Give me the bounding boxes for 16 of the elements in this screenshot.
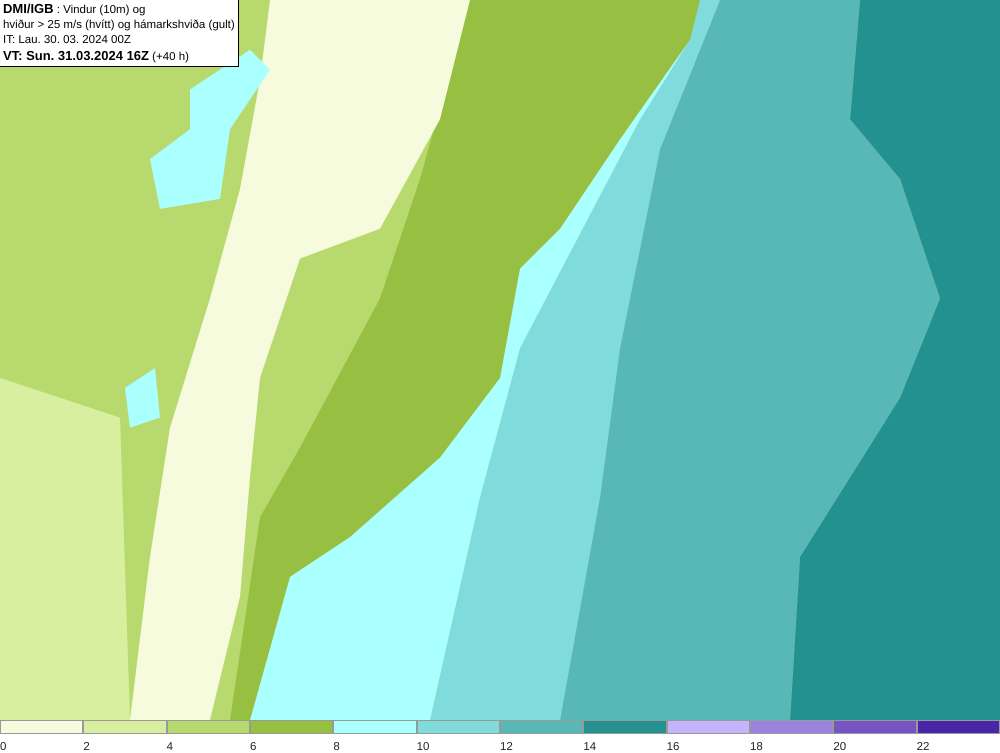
caption-line: hviður > 25 m/s (hvítt) og hámarkshviða (gult)	[3, 18, 235, 33]
scale-label: 14	[583, 740, 596, 753]
scale-label: 6	[250, 740, 256, 753]
scale-label: 8	[333, 740, 340, 753]
scale-label: 0	[0, 740, 6, 753]
scale-label: 16	[666, 740, 680, 753]
scale-label: 18	[750, 740, 763, 753]
caption-line: VT: Sun. 31.03.2024 16Z (+40 h)	[3, 48, 190, 65]
scale-label: 2	[83, 740, 90, 753]
scale-label: 4	[166, 740, 174, 753]
caption-line: IT: Lau. 30. 03. 2024 00Z	[3, 33, 132, 48]
scale-label: 12	[500, 740, 513, 753]
scale-label: 10	[416, 740, 430, 753]
scale-label: 22	[916, 740, 930, 753]
caption-line: DMI/IGB : Vindur (10m) og	[3, 1, 146, 18]
scale-label: 20	[833, 740, 846, 753]
